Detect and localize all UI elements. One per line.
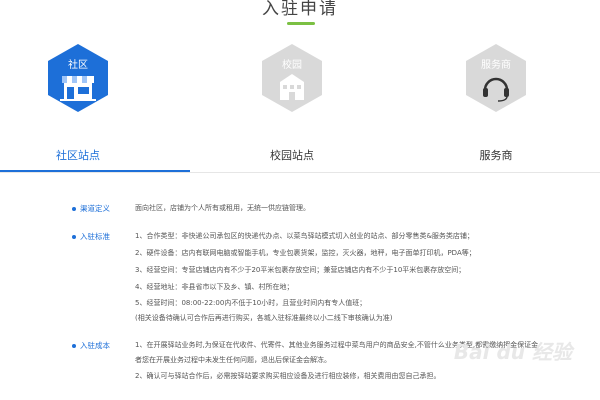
section-line: 4、经营地址：非县省市以下及乡、镇、村所在地； — [135, 283, 294, 291]
section-title-standard: 入驻标准 — [80, 232, 110, 241]
section-line: 面向社区，店铺为个人所有或租用，无统一供应链管理。 — [135, 204, 310, 212]
tab-campus-label: 校园站点 — [270, 149, 314, 162]
section-line: 者您在开展业务过程中未发生任何问题，退出后保证金会解冻。 — [135, 356, 331, 364]
section-bullet — [72, 207, 76, 211]
section-title-channel: 渠道定义 — [80, 204, 110, 213]
tab-divider — [0, 172, 600, 173]
community-hex-badge[interactable]: 社区 — [48, 44, 108, 112]
section-line: 2、硬件设备：店内有联网电脑或智能手机，专业包裹货架，监控，灭火器，地秤，电子面… — [135, 249, 476, 257]
campus-hex-badge[interactable]: 校园 — [262, 44, 322, 112]
tab-community-label: 社区站点 — [56, 149, 100, 162]
section-line: 5、经营时间：08:00-22:00内不低于10小时，且营业时间内有专人值班； — [135, 299, 367, 307]
section-line: 1、合作类型：非快递公司承包区的快递代办点、以菜鸟驿站模式切入创业的站点、部分零… — [135, 232, 474, 240]
service-hex-label: 服务商 — [481, 60, 511, 71]
section-line: 3、经营空间：专营店铺店内有不少于20平米包裹存放空间；兼营店铺店内有不少于10… — [135, 266, 466, 274]
service-hex-badge[interactable]: 服务商 — [466, 44, 526, 112]
watermark: Bai du 经验 — [453, 340, 572, 364]
title-underline — [287, 22, 315, 25]
section-line: (相关设备待确认可合作后再进行购买，各城入驻标准最终以小二线下审核确认为准) — [135, 314, 393, 322]
section-title-cost: 入驻成本 — [80, 341, 110, 350]
school-building-icon — [280, 74, 304, 100]
page-title: 入驻申请 — [262, 0, 338, 19]
section-bullet — [72, 235, 76, 239]
storefront-icon — [60, 76, 96, 101]
community-hex-label: 社区 — [68, 60, 88, 71]
campus-hex-label: 校园 — [282, 60, 302, 71]
headset-icon — [483, 77, 509, 102]
tab-service-label: 服务商 — [479, 149, 513, 162]
section-bullet — [72, 344, 76, 348]
section-line: 2、确认可与驿站合作后，必需按驿站要求购买相应设备及进行相应装修，相关费用由您自… — [135, 372, 441, 380]
